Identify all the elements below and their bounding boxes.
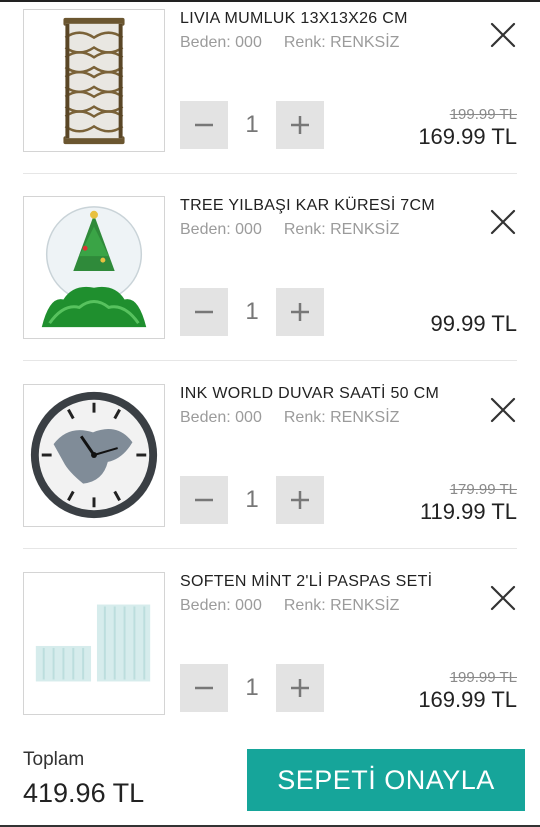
minus-icon: [195, 498, 213, 502]
lantern-image: [24, 10, 164, 151]
remove-item-button[interactable]: [486, 581, 520, 615]
close-icon: [490, 397, 516, 423]
quantity-value: 1: [245, 298, 259, 325]
decrease-quantity-button[interactable]: [180, 476, 228, 524]
product-image-lantern[interactable]: [23, 9, 165, 152]
product-color: Renk: RENKSİZ: [283, 34, 400, 51]
total-label: Toplam: [23, 749, 85, 770]
old-price: 179.99 TL: [449, 481, 517, 498]
item-divider: [23, 173, 517, 174]
quantity-value: 1: [245, 111, 259, 138]
product-meta: Beden: 000 Renk: RENKSİZ: [180, 409, 399, 427]
product-image-wall-clock[interactable]: [23, 384, 165, 527]
product-name[interactable]: SOFTEN MİNT 2'Lİ PASPAS SETİ: [180, 573, 432, 591]
product-size: Beden: 000: [180, 34, 262, 51]
product-size: Beden: 000: [180, 597, 262, 614]
product-image-bath-mat[interactable]: [23, 572, 165, 715]
increase-quantity-button[interactable]: [276, 288, 324, 336]
product-color: Renk: RENKSİZ: [283, 409, 400, 426]
price: 169.99 TL: [418, 687, 517, 712]
old-price: 199.99 TL: [449, 669, 517, 686]
product-meta: Beden: 000 Renk: RENKSİZ: [180, 221, 399, 239]
product-size: Beden: 000: [180, 409, 262, 426]
plus-icon: [291, 303, 309, 321]
snow-globe-image: [24, 197, 164, 338]
price: 169.99 TL: [418, 124, 517, 149]
minus-icon: [195, 123, 213, 127]
increase-quantity-button[interactable]: [276, 476, 324, 524]
wall-clock-image: [24, 385, 164, 526]
bath-mat-image: [24, 573, 164, 714]
remove-item-button[interactable]: [486, 393, 520, 427]
cart-item: LIVIA MUMLUK 13X13X26 CM Beden: 000 Renk:…: [0, 0, 540, 187]
product-meta: Beden: 000 Renk: RENKSİZ: [180, 597, 399, 615]
product-name[interactable]: LIVIA MUMLUK 13X13X26 CM: [180, 10, 408, 28]
item-divider: [23, 548, 517, 549]
cart-item: TREE YILBAŞI KAR KÜRESİ 7CM Beden: 000 Re…: [0, 187, 540, 374]
decrease-quantity-button[interactable]: [180, 101, 228, 149]
plus-icon: [291, 116, 309, 134]
old-price: 199.99 TL: [449, 106, 517, 123]
product-color: Renk: RENKSİZ: [283, 597, 400, 614]
plus-icon: [291, 679, 309, 697]
decrease-quantity-button[interactable]: [180, 288, 228, 336]
close-icon: [490, 22, 516, 48]
cart-item: INK WORLD DUVAR SAATİ 50 CM Beden: 000 Re…: [0, 375, 540, 562]
confirm-cart-button[interactable]: SEPETİ ONAYLA: [247, 749, 525, 811]
increase-quantity-button[interactable]: [276, 101, 324, 149]
product-size: Beden: 000: [180, 221, 262, 238]
product-color: Renk: RENKSİZ: [283, 221, 400, 238]
product-meta: Beden: 000 Renk: RENKSİZ: [180, 34, 399, 52]
minus-icon: [195, 310, 213, 314]
product-name[interactable]: INK WORLD DUVAR SAATİ 50 CM: [180, 385, 439, 403]
minus-icon: [195, 686, 213, 690]
total-value: 419.96 TL: [23, 778, 145, 808]
item-divider: [23, 360, 517, 361]
quantity-value: 1: [245, 674, 259, 701]
checkout-footer: Toplam 419.96 TL SEPETİ ONAYLA: [0, 740, 540, 827]
cart-item: SOFTEN MİNT 2'Lİ PASPAS SETİ Beden: 000 R…: [0, 563, 540, 750]
remove-item-button[interactable]: [486, 205, 520, 239]
price: 99.99 TL: [430, 311, 517, 336]
increase-quantity-button[interactable]: [276, 664, 324, 712]
product-name[interactable]: TREE YILBAŞI KAR KÜRESİ 7CM: [180, 197, 435, 215]
remove-item-button[interactable]: [486, 18, 520, 52]
close-icon: [490, 209, 516, 235]
quantity-value: 1: [245, 486, 259, 513]
decrease-quantity-button[interactable]: [180, 664, 228, 712]
product-image-snow-globe[interactable]: [23, 196, 165, 339]
plus-icon: [291, 491, 309, 509]
price: 119.99 TL: [419, 499, 517, 524]
close-icon: [490, 585, 516, 611]
